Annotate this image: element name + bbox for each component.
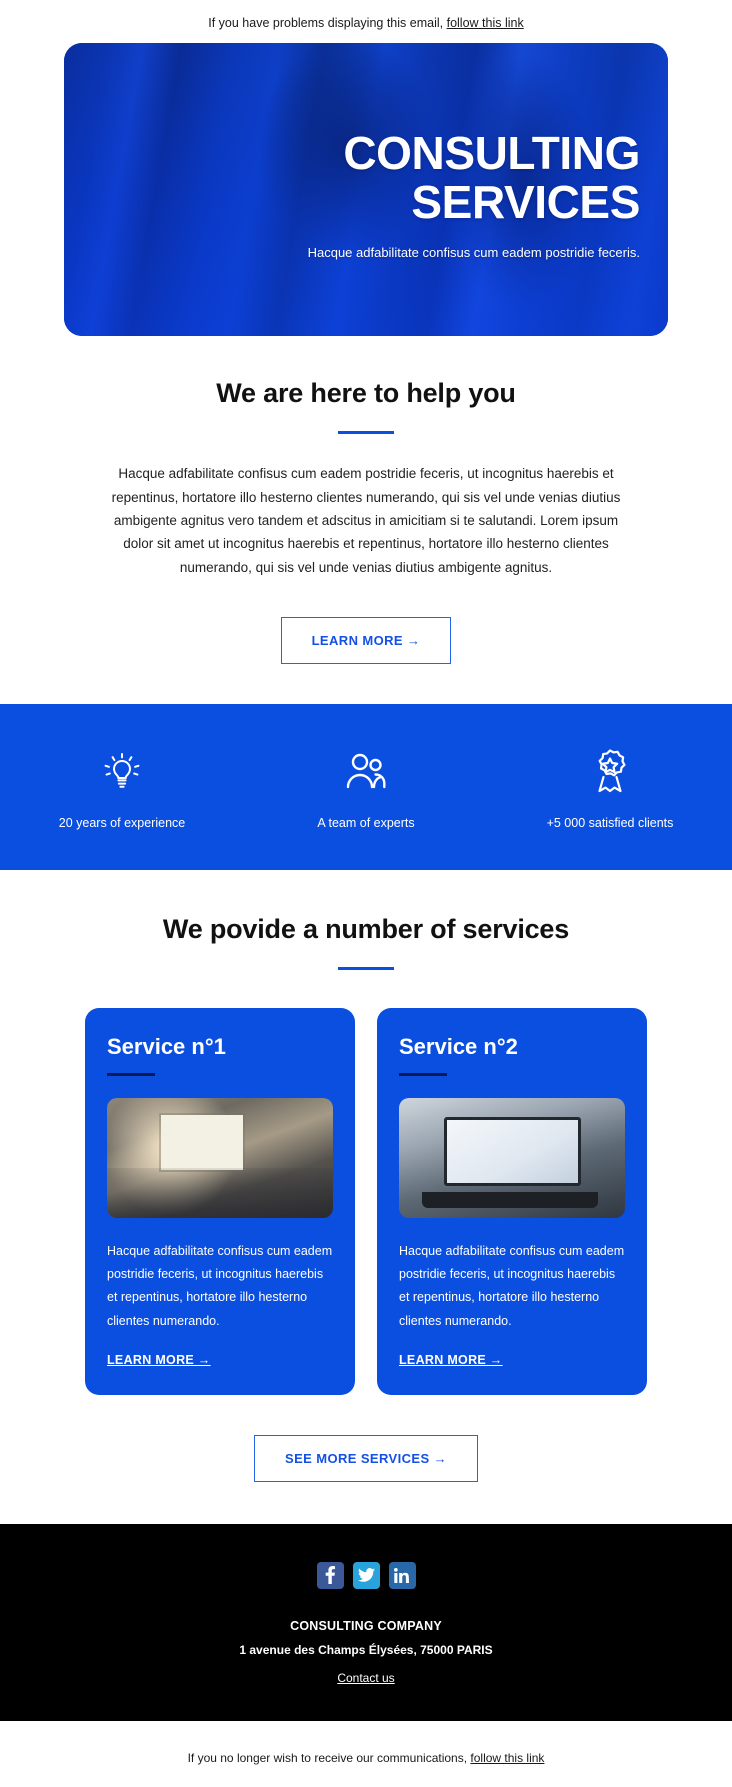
hero-content: CONSULTING SERVICES Hacque adfabilitate … xyxy=(194,127,641,260)
preheader-text: If you have problems displaying this ema… xyxy=(208,16,444,30)
feature-item-experience: 20 years of experience xyxy=(0,742,244,830)
facebook-icon[interactable] xyxy=(316,1561,344,1589)
features-band: 20 years of experience A team of experts xyxy=(0,703,732,870)
unsubscribe-row: If you no longer wish to receive our com… xyxy=(0,1721,732,1787)
service-card-learn-more-link[interactable]: LEARN MORE → xyxy=(107,1353,211,1367)
service-card-divider xyxy=(399,1072,447,1076)
intro-heading: We are here to help you xyxy=(216,378,516,409)
services-heading: We povide a number of services xyxy=(162,913,570,944)
linkedin-icon[interactable] xyxy=(388,1561,416,1589)
hero-banner: CONSULTING SERVICES Hacque adfabilitate … xyxy=(64,43,668,337)
feature-label: 20 years of experience xyxy=(58,815,186,830)
hero-title: CONSULTING SERVICES xyxy=(194,127,640,229)
unsubscribe-text: If you no longer wish to receive our com… xyxy=(187,1750,468,1765)
service-card-learn-more-link[interactable]: LEARN MORE → xyxy=(399,1353,503,1367)
preheader-link[interactable]: follow this link xyxy=(447,16,524,30)
hero-section: CONSULTING SERVICES Hacque adfabilitate … xyxy=(0,43,732,337)
team-icon xyxy=(244,742,488,800)
intro-cta-wrap: LEARN MORE → xyxy=(0,579,732,704)
see-more-services-button[interactable]: SEE MORE SERVICES → xyxy=(254,1434,478,1482)
footer-company-name: CONSULTING COMPANY xyxy=(290,1618,442,1633)
preheader: If you have problems displaying this ema… xyxy=(0,0,732,43)
hero-title-line-2: SERVICES xyxy=(411,176,640,229)
services-section: We povide a number of services Service n… xyxy=(0,870,732,1524)
hero-title-line-1: CONSULTING xyxy=(343,127,640,180)
twitter-icon[interactable] xyxy=(352,1561,380,1589)
see-more-cta-wrap: SEE MORE SERVICES → xyxy=(0,1395,732,1524)
intro-section: We are here to help you Hacque adfabilit… xyxy=(0,336,732,704)
service-card-divider xyxy=(107,1072,155,1076)
feature-item-team: A team of experts xyxy=(244,742,488,830)
service-card-title: Service n°1 xyxy=(107,1033,226,1059)
footer: CONSULTING COMPANY 1 avenue des Champs É… xyxy=(0,1523,732,1721)
award-ribbon-icon xyxy=(488,742,732,800)
service-card-image xyxy=(399,1097,625,1218)
email-body: If you have problems displaying this ema… xyxy=(0,0,732,1787)
service-card-image xyxy=(107,1097,333,1218)
social-links xyxy=(0,1561,732,1589)
intro-divider xyxy=(338,431,394,435)
hero-subtitle: Hacque adfabilitate confisus cum eadem p… xyxy=(307,244,640,260)
unsubscribe-link[interactable]: follow this link xyxy=(470,1751,544,1765)
service-cards: Service n°1 Hacque adfabilitate confisus… xyxy=(0,970,732,1395)
service-card-body: Hacque adfabilitate confisus cum eadem p… xyxy=(107,1243,333,1328)
contact-us-link[interactable]: Contact us xyxy=(337,1671,394,1685)
service-card[interactable]: Service n°2 Hacque adfabilitate confisus… xyxy=(377,1007,647,1395)
feature-label: A team of experts xyxy=(317,815,415,830)
intro-body: Hacque adfabilitate confisus cum eadem p… xyxy=(111,466,621,575)
lightbulb-icon xyxy=(0,742,244,800)
learn-more-button[interactable]: LEARN MORE → xyxy=(280,616,452,664)
feature-item-clients: +5 000 satisfied clients xyxy=(488,742,732,830)
feature-label: +5 000 satisfied clients xyxy=(546,815,674,830)
footer-address: 1 avenue des Champs Élysées, 75000 PARIS xyxy=(239,1642,493,1657)
service-card[interactable]: Service n°1 Hacque adfabilitate confisus… xyxy=(85,1007,355,1395)
service-card-body: Hacque adfabilitate confisus cum eadem p… xyxy=(399,1243,625,1328)
service-card-title: Service n°2 xyxy=(399,1033,518,1059)
